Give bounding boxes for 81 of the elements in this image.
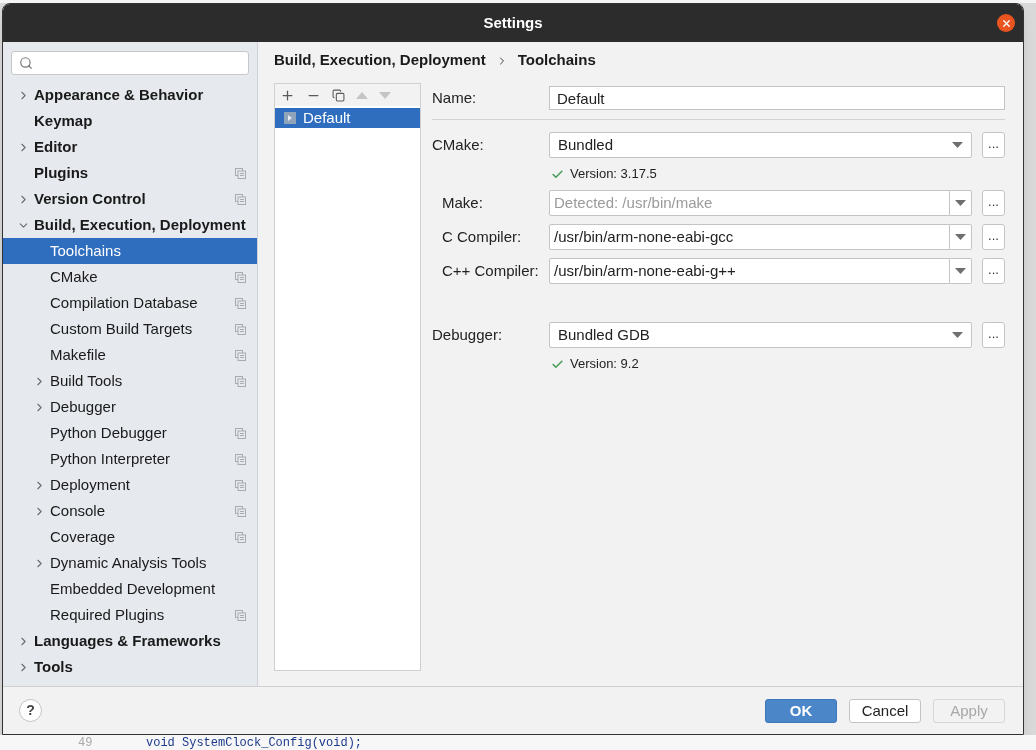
search-field[interactable] — [11, 51, 249, 75]
tree-item[interactable]: Coverage — [3, 524, 257, 550]
copy-icon — [235, 375, 246, 387]
dropdown-arrow-icon — [952, 142, 963, 148]
copy-icon — [235, 531, 246, 543]
tree-item[interactable]: Build, Execution, Deployment — [3, 212, 257, 238]
dropdown[interactable]: Bundled GDB — [549, 322, 972, 348]
dropdown-button[interactable] — [950, 190, 972, 216]
breadcrumb-item: Toolchains — [517, 50, 596, 71]
combo-field[interactable]: /usr/bin/arm-none-eabi-g++ — [549, 258, 950, 284]
tree-item[interactable]: Version Control — [3, 186, 257, 212]
field-label: C++ Compiler: — [441, 260, 540, 281]
add-icon[interactable] — [280, 87, 295, 103]
dialog-button[interactable]: Cancel — [849, 698, 921, 723]
tree-item[interactable]: Embedded Development — [3, 576, 257, 602]
copy-icon — [235, 271, 246, 283]
copy-icon — [235, 297, 246, 309]
dropdown-button[interactable] — [950, 224, 972, 250]
copy-icon — [235, 609, 246, 621]
name-field[interactable]: Default — [549, 86, 1005, 110]
dropdown-arrow-icon — [955, 268, 966, 274]
tree-item[interactable]: Dynamic Analysis Tools — [3, 550, 257, 576]
version-text: Version: 9.2 — [570, 355, 639, 374]
copy-icon — [235, 349, 246, 361]
tree-item[interactable]: Languages & Frameworks — [3, 628, 257, 654]
dropdown-arrow-icon — [955, 200, 966, 206]
copy-icon — [235, 427, 246, 439]
tree-item[interactable]: Build Tools — [3, 368, 257, 394]
browse-button[interactable]: ... — [982, 322, 1005, 348]
field-label: Debugger: — [432, 324, 504, 345]
copy-icon — [235, 453, 246, 465]
copy-icon — [235, 193, 246, 205]
tree-item[interactable]: Python Interpreter — [3, 446, 257, 472]
tree-item[interactable]: Python Debugger — [3, 420, 257, 446]
tree-item[interactable]: Plugins — [3, 160, 257, 186]
tree-item[interactable]: Editor — [3, 134, 257, 160]
tree-item[interactable]: Deployment — [3, 472, 257, 498]
tree-item[interactable]: Keymap — [3, 108, 257, 134]
field-label: Make: — [441, 192, 484, 213]
close-button[interactable] — [997, 14, 1015, 32]
window-title: Settings — [483, 12, 543, 33]
combo-field[interactable]: /usr/bin/arm-none-eabi-gcc — [549, 224, 950, 250]
close-icon — [1000, 17, 1012, 29]
dropdown-button[interactable] — [950, 258, 972, 284]
browse-button[interactable]: ... — [982, 224, 1005, 250]
dropdown[interactable]: Bundled — [549, 132, 972, 158]
combo-field[interactable]: Detected: /usr/bin/make — [549, 190, 950, 216]
tree-item[interactable]: Custom Build Targets — [3, 316, 257, 342]
tree-item[interactable]: Tools — [3, 654, 257, 680]
browse-button[interactable]: ... — [982, 190, 1005, 216]
tree-item[interactable]: Required Plugins — [3, 602, 257, 628]
tree-item[interactable]: Toolchains — [3, 238, 257, 264]
tree-item[interactable]: Makefile — [3, 342, 257, 368]
version-text: Version: 3.17.5 — [570, 165, 657, 184]
dialog-button[interactable]: OK — [765, 698, 837, 723]
browse-button[interactable]: ... — [982, 258, 1005, 284]
browse-button[interactable]: ... — [982, 132, 1005, 158]
copy-icon — [235, 167, 246, 179]
check-icon — [551, 357, 564, 371]
tree-item[interactable]: Debugger — [3, 394, 257, 420]
field-label: CMake: — [432, 134, 485, 155]
help-button[interactable]: ? — [19, 699, 42, 722]
toolchain-icon — [284, 112, 296, 124]
dropdown-arrow-icon — [952, 332, 963, 338]
tree-item[interactable]: Appearance & Behavior — [3, 82, 257, 108]
copy-icon — [235, 323, 246, 335]
field-label: Name: — [432, 87, 478, 108]
field-label: C Compiler: — [441, 226, 523, 247]
copy-icon — [235, 479, 246, 491]
copy-icon — [235, 505, 246, 517]
line-number: 49 — [78, 736, 94, 749]
code-line: void SystemClock_Config(void); — [145, 736, 363, 749]
copy-icon[interactable] — [332, 88, 345, 102]
tree-item[interactable]: CMake — [3, 264, 257, 290]
tree-item[interactable]: Console — [3, 498, 257, 524]
breadcrumb-item: Build, Execution, Deployment — [274, 50, 486, 71]
tree-item[interactable]: Compilation Database — [3, 290, 257, 316]
search-icon — [19, 56, 33, 70]
check-icon — [551, 167, 564, 181]
list-item[interactable]: Default — [275, 108, 420, 128]
dropdown-arrow-icon — [955, 234, 966, 240]
